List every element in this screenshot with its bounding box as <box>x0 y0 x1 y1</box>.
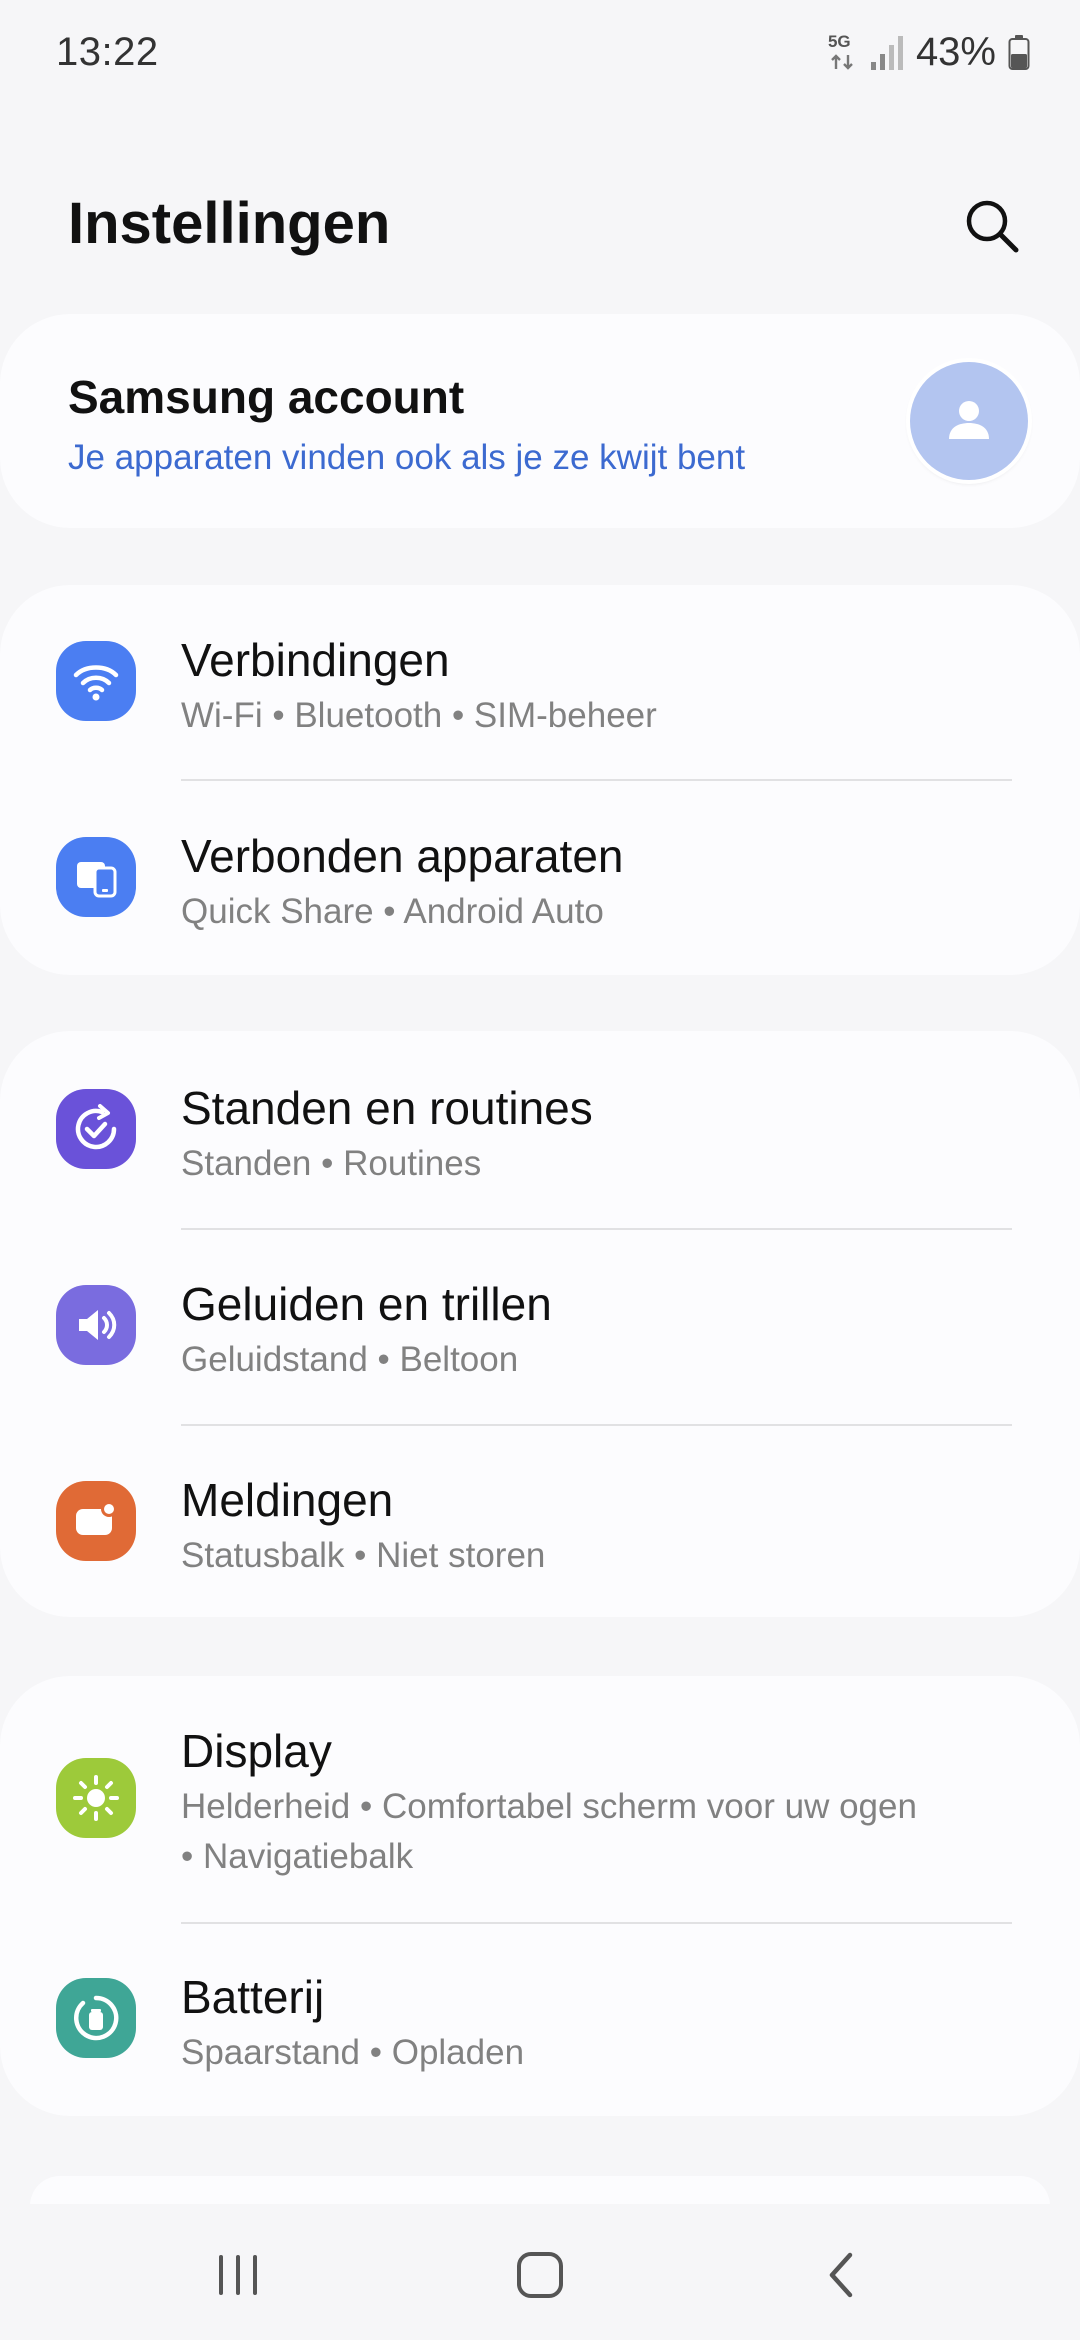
samsung-account-card[interactable]: Samsung account Je apparaten vinden ook … <box>0 314 1080 528</box>
settings-item-subtitle: Wi-Fi • Bluetooth • SIM-beheer <box>181 696 657 735</box>
settings-item-subtitle-line-1: Helderheid • Comfortabel scherm voor uw … <box>181 1787 917 1826</box>
navigation-bar <box>0 2204 1080 2340</box>
account-subtitle: Je apparaten vinden ook als je ze kwijt … <box>68 438 746 477</box>
signal-icon <box>870 35 903 70</box>
routines-icon <box>75 1104 117 1150</box>
search-icon <box>966 200 1019 253</box>
settings-item-subtitle: Spaarstand • Opladen <box>181 2033 525 2072</box>
verbonden-apparaten-icon-tile <box>56 837 136 917</box>
back-icon <box>829 2252 853 2298</box>
settings-group-modes: Standen en routines Standen • Routines G… <box>0 1031 1080 1617</box>
settings-item-verbindingen[interactable]: Verbindingen Wi-Fi • Bluetooth • SIM-beh… <box>0 585 1080 781</box>
settings-item-subtitle-line-2: • Navigatiebalk <box>181 1837 414 1876</box>
avatar[interactable] <box>910 362 1028 480</box>
search-button[interactable] <box>960 194 1024 258</box>
status-time: 13:22 <box>56 30 159 74</box>
settings-item-verbonden-apparaten[interactable]: Verbonden apparaten Quick Share • Androi… <box>0 781 1080 977</box>
page-title: Instellingen <box>68 191 391 256</box>
settings-item-subtitle: Standen • Routines <box>181 1144 482 1183</box>
home-icon <box>517 2252 563 2298</box>
verbindingen-icon-tile <box>56 641 136 721</box>
geluiden-icon-tile <box>56 1285 136 1365</box>
account-title: Samsung account <box>68 371 465 423</box>
settings-item-title: Standen en routines <box>181 1082 593 1134</box>
battery-percentage: 43% <box>915 30 996 74</box>
battery-status-icon <box>1008 34 1030 70</box>
network-type-label: 5G <box>827 31 851 51</box>
battery-icon <box>74 1995 119 2041</box>
notification-icon <box>76 1501 117 1535</box>
recents-icon <box>219 2255 257 2295</box>
devices-icon <box>77 862 117 898</box>
settings-item-subtitle: Statusbalk • Niet storen <box>181 1536 546 1575</box>
settings-item-subtitle: Quick Share • Android Auto <box>181 892 604 931</box>
back-button[interactable] <box>802 2240 882 2310</box>
settings-item-title: Verbonden apparaten <box>181 830 624 882</box>
settings-group-display: Display Helderheid • Comfortabel scherm … <box>0 1676 1080 2116</box>
wifi-icon <box>73 665 119 701</box>
meldingen-icon-tile <box>56 1481 136 1561</box>
settings-item-standen-en-routines[interactable]: Standen en routines Standen • Routines <box>0 1031 1080 1227</box>
network-type-indicator: 5G <box>828 33 858 73</box>
speaker-icon <box>79 1310 117 1340</box>
home-button[interactable] <box>500 2240 580 2310</box>
brightness-icon <box>73 1775 119 1821</box>
settings-item-title: Batterij <box>181 1971 325 2023</box>
recents-button[interactable] <box>198 2240 278 2310</box>
standen-icon-tile <box>56 1089 136 1169</box>
settings-item-batterij[interactable]: Batterij Spaarstand • Opladen <box>0 1922 1080 2118</box>
settings-item-geluiden-en-trillen[interactable]: Geluiden en trillen Geluidstand • Beltoo… <box>0 1227 1080 1423</box>
settings-item-title: Meldingen <box>181 1474 394 1526</box>
settings-item-title: Geluiden en trillen <box>181 1278 552 1330</box>
settings-item-meldingen[interactable]: Meldingen Statusbalk • Niet storen <box>0 1423 1080 1619</box>
settings-item-title: Verbindingen <box>181 634 450 686</box>
status-icons: 5G 43% <box>828 30 1030 75</box>
settings-item-title: Display <box>181 1725 332 1777</box>
settings-group-connections: Verbindingen Wi-Fi • Bluetooth • SIM-beh… <box>0 585 1080 975</box>
person-icon <box>949 401 989 439</box>
batterij-icon-tile <box>56 1978 136 2058</box>
settings-item-subtitle: Geluidstand • Beltoon <box>181 1340 519 1379</box>
data-arrows-icon <box>831 53 853 70</box>
status-bar: 13:22 5G 43% <box>0 0 1080 110</box>
display-icon-tile <box>56 1758 136 1838</box>
settings-item-display[interactable]: Display Helderheid • Comfortabel scherm … <box>0 1676 1080 1921</box>
